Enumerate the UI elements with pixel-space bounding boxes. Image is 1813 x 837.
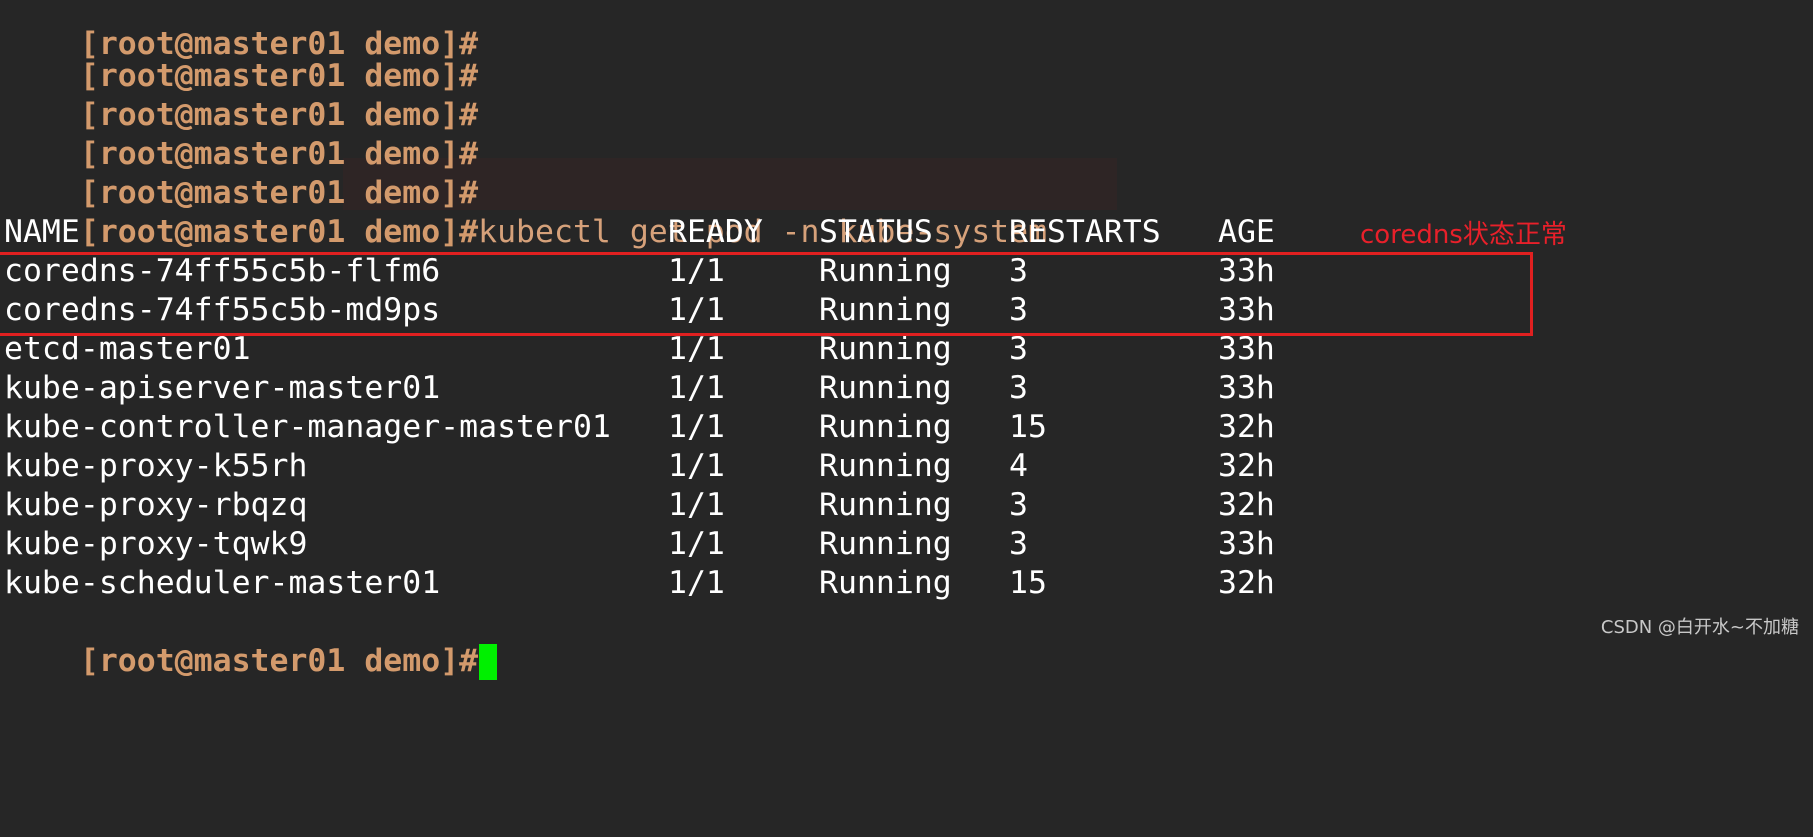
header-name: NAME bbox=[4, 214, 80, 250]
pod-status: Running bbox=[819, 487, 952, 523]
pod-age: 32h bbox=[1218, 487, 1275, 523]
pod-ready: 1/1 bbox=[668, 526, 725, 562]
pod-status: Running bbox=[819, 409, 952, 445]
prompt-line: [root@master01 demo]# bbox=[4, 96, 478, 172]
pod-ready: 1/1 bbox=[668, 448, 725, 484]
header-status: STATUS bbox=[819, 214, 933, 250]
pod-name: kube-proxy-k55rh bbox=[4, 448, 308, 484]
pod-age: 32h bbox=[1218, 448, 1275, 484]
pod-age: 32h bbox=[1218, 565, 1275, 601]
coredns-highlight-box bbox=[0, 252, 1533, 336]
table-row: kube-apiserver-master01 1/1 Running 3 33… bbox=[4, 369, 1404, 408]
pod-ready: 1/1 bbox=[668, 370, 725, 406]
annotation-label: coredns状态正常 bbox=[1360, 220, 1567, 250]
active-prompt-line[interactable]: [root@master01 demo]# bbox=[4, 603, 498, 680]
prompt-line: [root@master01 demo]# bbox=[4, 18, 478, 94]
pod-name: kube-scheduler-master01 bbox=[4, 565, 441, 601]
pod-status: Running bbox=[819, 565, 952, 601]
terminal-cursor bbox=[479, 644, 498, 680]
table-row: kube-proxy-rbqzq 1/1 Running 3 32h bbox=[4, 486, 1404, 525]
pod-age: 33h bbox=[1218, 370, 1275, 406]
header-age: AGE bbox=[1218, 214, 1275, 250]
pod-restarts: 15 bbox=[1009, 409, 1047, 445]
pod-name: kube-proxy-tqwk9 bbox=[4, 526, 308, 562]
pod-age: 33h bbox=[1218, 526, 1275, 562]
shell-prompt: [root@master01 demo]# bbox=[79, 643, 479, 679]
table-row: kube-proxy-k55rh 1/1 Running 4 32h bbox=[4, 447, 1404, 486]
table-header: NAME READY STATUS RESTARTS AGE bbox=[4, 213, 1404, 252]
pod-status: Running bbox=[819, 448, 952, 484]
pod-status: Running bbox=[819, 370, 952, 406]
watermark: CSDN @白开水~不加糖 bbox=[1600, 617, 1799, 638]
table-row: kube-controller-manager-master01 1/1 Run… bbox=[4, 408, 1404, 447]
pod-ready: 1/1 bbox=[668, 487, 725, 523]
pod-restarts: 3 bbox=[1009, 487, 1028, 523]
pod-status: Running bbox=[819, 526, 952, 562]
pod-name: kube-proxy-rbqzq bbox=[4, 487, 308, 523]
table-row: kube-proxy-tqwk9 1/1 Running 3 33h bbox=[4, 525, 1404, 564]
command-line: [root@master01 demo]#kubectl get pod -n … bbox=[4, 174, 1047, 250]
header-restarts: RESTARTS bbox=[1009, 214, 1161, 250]
pod-restarts: 3 bbox=[1009, 526, 1028, 562]
pod-restarts: 15 bbox=[1009, 565, 1047, 601]
pod-ready: 1/1 bbox=[668, 565, 725, 601]
pod-name: kube-apiserver-master01 bbox=[4, 370, 441, 406]
prompt-line: [root@master01 demo]# bbox=[4, 135, 478, 211]
pod-restarts: 3 bbox=[1009, 370, 1028, 406]
pod-ready: 1/1 bbox=[668, 409, 725, 445]
pod-restarts: 4 bbox=[1009, 448, 1028, 484]
pod-name: kube-controller-manager-master01 bbox=[4, 409, 611, 445]
pod-age: 32h bbox=[1218, 409, 1275, 445]
prompt-line: [root@master01 demo]# bbox=[4, 57, 478, 133]
header-ready: READY bbox=[668, 214, 763, 250]
terminal-window[interactable]: [root@master01 demo]# [root@master01 dem… bbox=[0, 0, 1813, 680]
table-row: kube-scheduler-master01 1/1 Running 15 3… bbox=[4, 564, 1404, 603]
